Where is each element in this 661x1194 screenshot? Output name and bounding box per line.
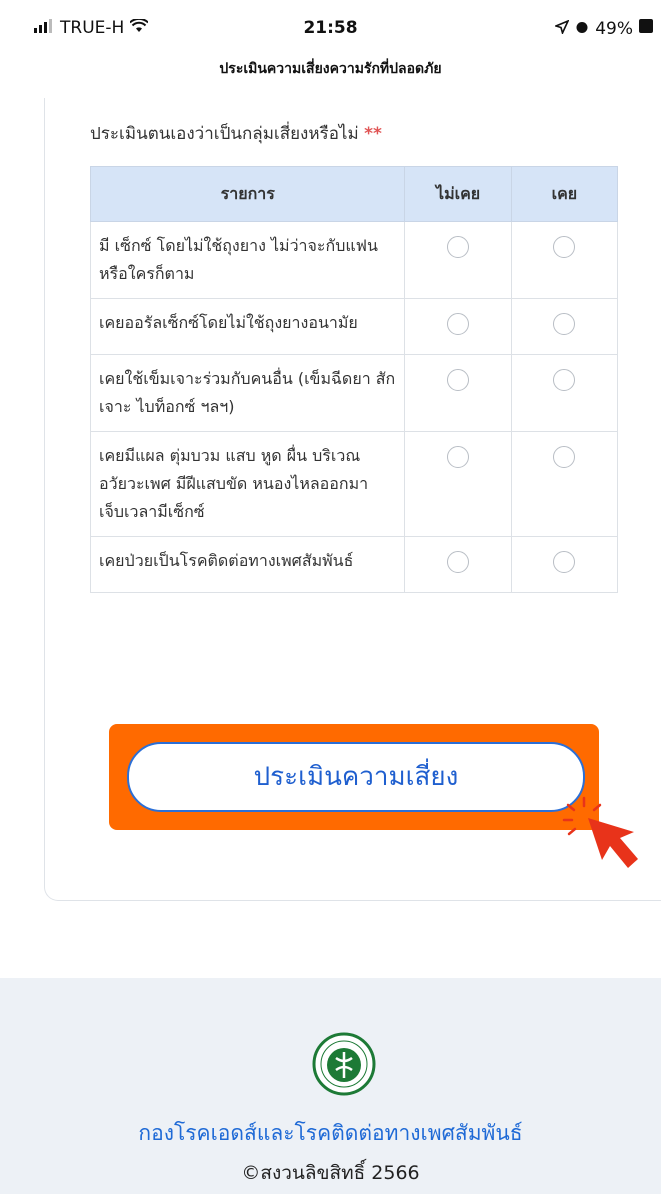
- status-right: 49%: [553, 18, 653, 39]
- column-header-ever: เคย: [510, 166, 619, 222]
- row-label: เคยมีแผล ตุ่มบวม แสบ หูด ผื่น บริเวณอวัย…: [89, 431, 406, 537]
- alarm-icon: [575, 19, 589, 39]
- required-mark: **: [364, 124, 382, 144]
- row-label: เคยใช้เข็มเจาะร่วมกับคนอื่น (เข็มฉีดยา ส…: [89, 354, 406, 432]
- table-row: มี เซ็กซ์ โดยไม่ใช้ถุงยาง ไม่ว่าจะกับแฟน…: [89, 221, 619, 299]
- footer-org-name[interactable]: กองโรคเอดส์และโรคติดต่อทางเพศสัมพันธ์: [0, 1117, 661, 1150]
- ever-cell: [510, 298, 619, 355]
- ever-cell: [510, 354, 619, 432]
- table-header-row: รายการ ไม่เคย เคย: [89, 166, 619, 222]
- table-row: เคยใช้เข็มเจาะร่วมกับคนอื่น (เข็มฉีดยา ส…: [89, 354, 619, 432]
- never-radio[interactable]: [447, 236, 470, 258]
- never-cell: [404, 354, 512, 432]
- page-title: ประเมินความเสี่ยงความรักที่ปลอดภัย: [219, 61, 442, 77]
- row-label: มี เซ็กซ์ โดยไม่ใช้ถุงยาง ไม่ว่าจะกับแฟน…: [89, 221, 406, 299]
- submit-highlight: ประเมินความเสี่ยง: [109, 724, 599, 830]
- table-row: เคยออรัลเซ็กซ์โดยไม่ใช้ถุงยางอนามัย: [89, 298, 619, 355]
- never-cell: [404, 431, 512, 537]
- ministry-of-public-health-seal-icon: [312, 1032, 376, 1096]
- column-header-item: รายการ: [89, 166, 406, 222]
- ever-cell: [510, 536, 619, 593]
- never-cell: [404, 298, 512, 355]
- battery-icon: [639, 18, 653, 39]
- risk-table: รายการ ไม่เคย เคย มี เซ็กซ์ โดยไม่ใช้ถุง…: [89, 166, 619, 593]
- ever-radio[interactable]: [553, 551, 576, 573]
- table-row: เคยป่วยเป็นโรคติดต่อทางเพศสัมพันธ์: [89, 536, 619, 593]
- never-cell: [404, 221, 512, 299]
- footer-copyright: ©สงวนลิขสิทธิ์ 2566: [241, 1162, 420, 1184]
- ever-cell: [510, 221, 619, 299]
- row-label: เคยออรัลเซ็กซ์โดยไม่ใช้ถุงยางอนามัย: [89, 298, 406, 355]
- row-label: เคยป่วยเป็นโรคติดต่อทางเพศสัมพันธ์: [89, 536, 406, 593]
- question-text: ประเมินตนเองว่าเป็นกลุ่มเสี่ยงหรือไม่: [90, 124, 359, 144]
- status-bar: TRUE-H 21:58 49%: [0, 0, 661, 55]
- table-row: เคยมีแผล ตุ่มบวม แสบ หูด ผื่น บริเวณอวัย…: [89, 431, 619, 537]
- never-cell: [404, 536, 512, 593]
- never-radio[interactable]: [447, 551, 470, 573]
- never-radio[interactable]: [447, 369, 470, 391]
- ever-radio[interactable]: [553, 369, 576, 391]
- ever-radio[interactable]: [553, 236, 576, 258]
- assess-risk-button[interactable]: ประเมินความเสี่ยง: [127, 742, 585, 812]
- location-icon: [553, 18, 570, 39]
- ever-radio[interactable]: [553, 446, 576, 468]
- ever-radio[interactable]: [553, 313, 576, 335]
- never-radio[interactable]: [447, 446, 470, 468]
- tap-cursor-icon: [562, 796, 638, 868]
- ever-cell: [510, 431, 619, 537]
- never-radio[interactable]: [447, 313, 470, 335]
- battery-percent: 49%: [595, 18, 633, 39]
- column-header-never: ไม่เคย: [404, 166, 512, 222]
- question-label: ประเมินตนเองว่าเป็นกลุ่มเสี่ยงหรือไม่ **: [90, 120, 382, 147]
